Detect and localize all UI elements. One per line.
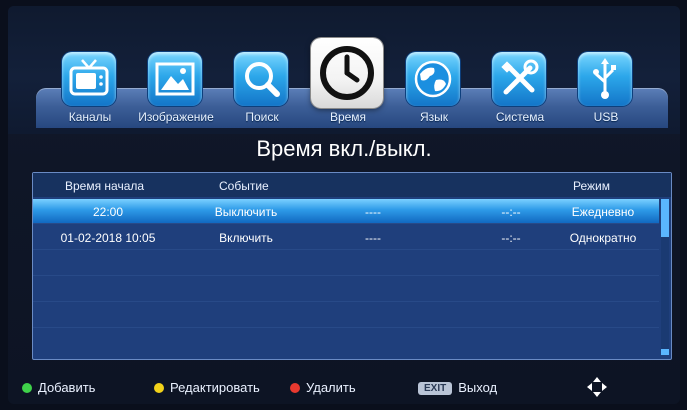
timer-table: Время начала Событие Режим 22:00 Выключи… [32,172,672,360]
globe-icon [406,52,460,106]
scrollbar[interactable] [661,199,669,355]
green-button-icon [22,383,32,393]
menu-item-search[interactable]: Поиск [220,36,304,128]
cell-duration: --:-- [501,205,521,219]
header-start-time: Время начала [65,179,145,193]
delete-hint[interactable]: Удалить [290,380,356,395]
add-hint[interactable]: Добавить [22,380,95,395]
edit-label: Редактировать [170,380,260,395]
footer-hints: Добавить Редактировать Удалить EXIT Выход [8,368,680,404]
search-icon [234,52,288,106]
header-mode: Режим [573,179,610,193]
menu-item-system[interactable]: Система [478,36,562,128]
table-row-empty [33,251,659,276]
tools-icon [492,52,546,106]
menu-label: Система [495,110,545,124]
table-row-empty [33,303,659,328]
menu-label: Поиск [245,110,279,124]
scroll-thumb[interactable] [661,199,669,237]
menu-item-language[interactable]: Язык [392,36,476,128]
exit-hint[interactable]: EXIT Выход [418,380,497,395]
navigation-arrows-icon [587,377,607,397]
cell-start-time: 01-02-2018 10:05 [60,231,156,245]
red-button-icon [290,383,300,393]
menu-item-picture[interactable]: Изображение [134,36,218,128]
cell-event: Включить [219,231,273,245]
table-row[interactable]: 01-02-2018 10:05 Включить ---- --:-- Одн… [33,225,659,250]
menu-item-time[interactable]: Время [306,36,390,128]
menu-label: Язык [419,110,449,124]
cell-start-time: 22:00 [92,205,124,219]
scroll-end [661,349,669,355]
cell-event: Выключить [214,205,278,219]
cell-mode: Однократно [569,231,637,245]
page-title: Время вкл./выкл. [256,136,432,161]
delete-label: Удалить [306,380,356,395]
cell-duration: --:-- [501,231,521,245]
main-menu: Каналы Изображение Поиск Время Язык Сист… [48,36,668,128]
menu-label: Время [329,110,367,124]
picture-icon [148,52,202,106]
exit-label: Выход [458,380,498,395]
header-event: Событие [219,179,269,193]
table-row[interactable]: 22:00 Выключить ---- --:-- Ежедневно [33,199,659,224]
cell-channel: ---- [365,231,381,245]
cell-channel: ---- [365,205,381,219]
menu-item-usb[interactable]: USB [564,36,648,128]
yellow-button-icon [154,383,164,393]
exit-key-icon: EXIT [418,382,453,395]
tv-icon [62,52,116,106]
menu-label: USB [593,110,619,124]
edit-hint[interactable]: Редактировать [154,380,260,395]
clock-icon [311,38,383,108]
table-row-empty [33,277,659,302]
menu-item-channels[interactable]: Каналы [48,36,132,128]
cell-mode: Ежедневно [571,205,635,219]
tv-screen: Каналы Изображение Поиск Время Язык Сист… [8,6,680,404]
menu-label: Каналы [68,110,112,124]
table-header: Время начала Событие Режим [33,173,671,197]
table-row-empty [33,329,659,353]
menu-label: Изображение [138,110,214,124]
usb-icon [578,52,632,106]
add-label: Добавить [38,380,96,395]
